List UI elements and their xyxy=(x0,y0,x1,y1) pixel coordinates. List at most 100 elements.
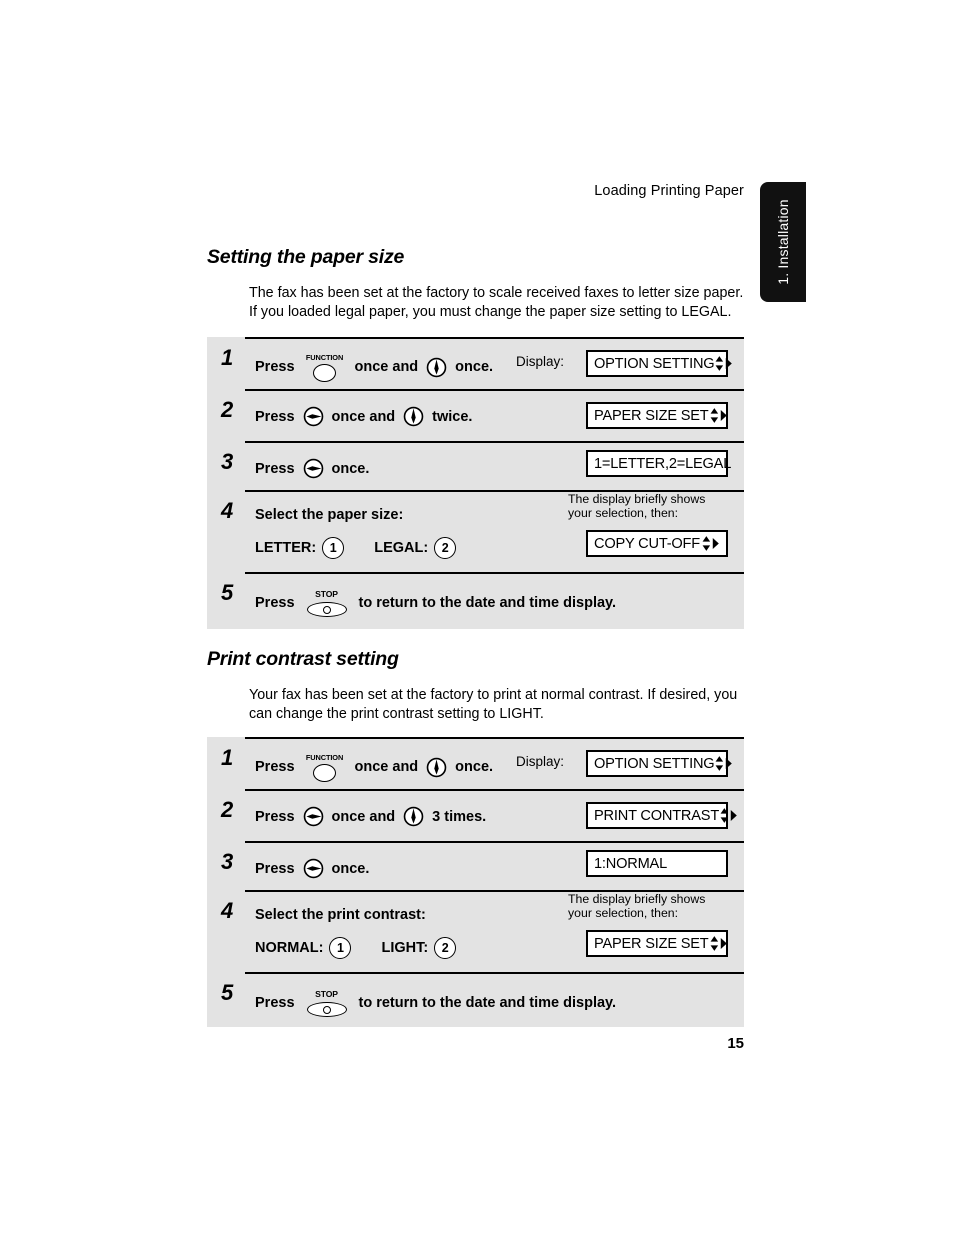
lcd-display: COPY CUT-OFF xyxy=(586,530,728,557)
step-text-mid: once and xyxy=(331,808,396,825)
step-text-before: Press xyxy=(255,460,295,477)
function-key-icon: FUNCTION xyxy=(304,353,346,382)
lcd-arrows xyxy=(709,407,728,424)
function-key-label: FUNCTION xyxy=(305,753,344,762)
down-arrow-key-icon xyxy=(403,806,424,827)
right-arrow-key-icon xyxy=(303,858,323,879)
right-arrow-key-icon xyxy=(303,806,323,827)
step-number: 3 xyxy=(221,849,234,874)
step-separator xyxy=(207,389,744,391)
step-instruction: Press STOP to return to the date and time … xyxy=(251,589,620,617)
numeric-key-icon: 1 xyxy=(329,937,352,959)
step-prompt: Select the print contrast: xyxy=(255,907,426,923)
step-separator xyxy=(207,572,744,574)
step-separator xyxy=(207,789,744,791)
step-text-before: Press xyxy=(255,808,295,825)
step-text-before: Press xyxy=(255,408,295,425)
step-number: 4 xyxy=(221,898,234,923)
stop-key-dot xyxy=(322,606,331,614)
numeric-key-icon: 2 xyxy=(434,537,457,559)
chapter-tab: 1. Installation xyxy=(760,182,806,302)
lcd-arrows xyxy=(701,535,720,552)
step-instruction: Select the print contrast: xyxy=(251,907,430,923)
lcd-arrows xyxy=(719,807,738,824)
step-number: 5 xyxy=(221,980,234,1005)
numeric-key-icon: 1 xyxy=(322,537,345,559)
display-note: The display briefly shows your selection… xyxy=(568,892,706,920)
step-number: 2 xyxy=(221,797,234,822)
lcd-display-text: 1:NORMAL xyxy=(594,855,668,872)
stop-key-label: STOP xyxy=(315,589,338,599)
step-choices: LETTER: 1 LEGAL: 2 xyxy=(251,537,458,559)
step-instruction: Press FUNCTION once and once. xyxy=(251,753,497,782)
step-number: 1 xyxy=(221,745,234,770)
lcd-arrows xyxy=(709,935,728,952)
procedure-band-print-contrast: 1 Press FUNCTION once and once. Display: OPTIO… xyxy=(207,737,744,1027)
display-label: Display: xyxy=(516,354,565,369)
step-separator xyxy=(207,441,744,443)
step-instruction: Press once and twice. xyxy=(251,406,476,427)
step-text-after: once. xyxy=(331,860,370,877)
step-text-before: Press xyxy=(255,860,295,877)
step-text-mid: once and xyxy=(354,359,419,375)
lcd-display: PAPER SIZE SET xyxy=(586,930,728,957)
step-text-mid: once and xyxy=(354,759,419,775)
lcd-scroll-arrows-icon xyxy=(702,536,719,551)
lcd-display-text: OPTION SETTING xyxy=(594,355,715,372)
step-separator xyxy=(207,337,744,339)
section-heading-print-contrast: Print contrast setting xyxy=(207,648,399,670)
step-separator xyxy=(207,972,744,974)
choice-label: LEGAL: xyxy=(374,540,429,556)
step-text-mid: once and xyxy=(331,408,396,425)
function-key-icon: FUNCTION xyxy=(304,753,346,782)
running-head: Loading Printing Paper xyxy=(594,183,744,199)
lcd-scroll-arrows-icon xyxy=(716,756,733,771)
lcd-display: OPTION SETTING xyxy=(586,350,733,377)
lcd-arrows xyxy=(714,755,733,772)
lcd-scroll-arrows-icon xyxy=(710,408,727,423)
step-instruction: Press STOP to return to the date and time … xyxy=(251,989,620,1017)
page-number: 15 xyxy=(727,1035,744,1052)
down-arrow-key-icon xyxy=(403,406,424,427)
lcd-display-text: OPTION SETTING xyxy=(594,755,715,772)
lcd-display-text: PRINT CONTRAST xyxy=(594,807,720,824)
right-arrow-key-icon xyxy=(303,458,323,479)
step-separator xyxy=(207,490,744,492)
function-key-label: FUNCTION xyxy=(305,353,344,362)
lcd-display-text: PAPER SIZE SET xyxy=(594,407,709,424)
step-separator xyxy=(207,737,744,739)
lcd-display: 1:NORMAL xyxy=(586,850,728,877)
display-label: Display: xyxy=(516,754,565,769)
step-number: 5 xyxy=(221,580,234,605)
function-key-cap xyxy=(312,764,336,782)
step-text-before: Press xyxy=(255,595,295,611)
choice-label: LIGHT: xyxy=(381,940,429,956)
step-text-before: Press xyxy=(255,759,295,775)
lcd-scroll-arrows-icon xyxy=(716,356,733,371)
step-text-after: once. xyxy=(455,359,494,375)
stop-key-icon: STOP xyxy=(305,589,349,617)
choice-label: LETTER: xyxy=(255,540,317,556)
stop-key-label: STOP xyxy=(315,989,338,999)
step-text-after: to return to the date and time display. xyxy=(358,595,617,611)
lcd-display-text: PAPER SIZE SET xyxy=(594,935,709,952)
lcd-display: OPTION SETTING xyxy=(586,750,733,777)
choice-label: NORMAL: xyxy=(255,940,324,956)
step-text-before: Press xyxy=(255,995,295,1011)
chapter-tab-label: 1. Installation xyxy=(775,199,791,285)
down-arrow-key-icon xyxy=(426,757,447,777)
lcd-display: PRINT CONTRAST xyxy=(586,802,737,829)
lcd-scroll-arrows-icon xyxy=(710,936,727,951)
step-separator xyxy=(207,841,744,843)
step-text-after: twice. xyxy=(432,408,473,425)
step-text-after: once. xyxy=(455,759,494,775)
procedure-band-paper-size: 1 Press FUNCTION once and once. Display: OPTIO… xyxy=(207,337,744,629)
step-number: 2 xyxy=(221,397,234,422)
down-arrow-key-icon xyxy=(426,357,447,377)
function-key-cap xyxy=(312,364,336,382)
stop-key-dot xyxy=(322,1006,331,1014)
numeric-key-icon: 2 xyxy=(434,937,457,959)
step-instruction: Select the paper size: xyxy=(251,507,407,523)
stop-key-icon: STOP xyxy=(305,989,349,1017)
section-intro-print-contrast: Your fax has been set at the factory to … xyxy=(249,687,738,722)
